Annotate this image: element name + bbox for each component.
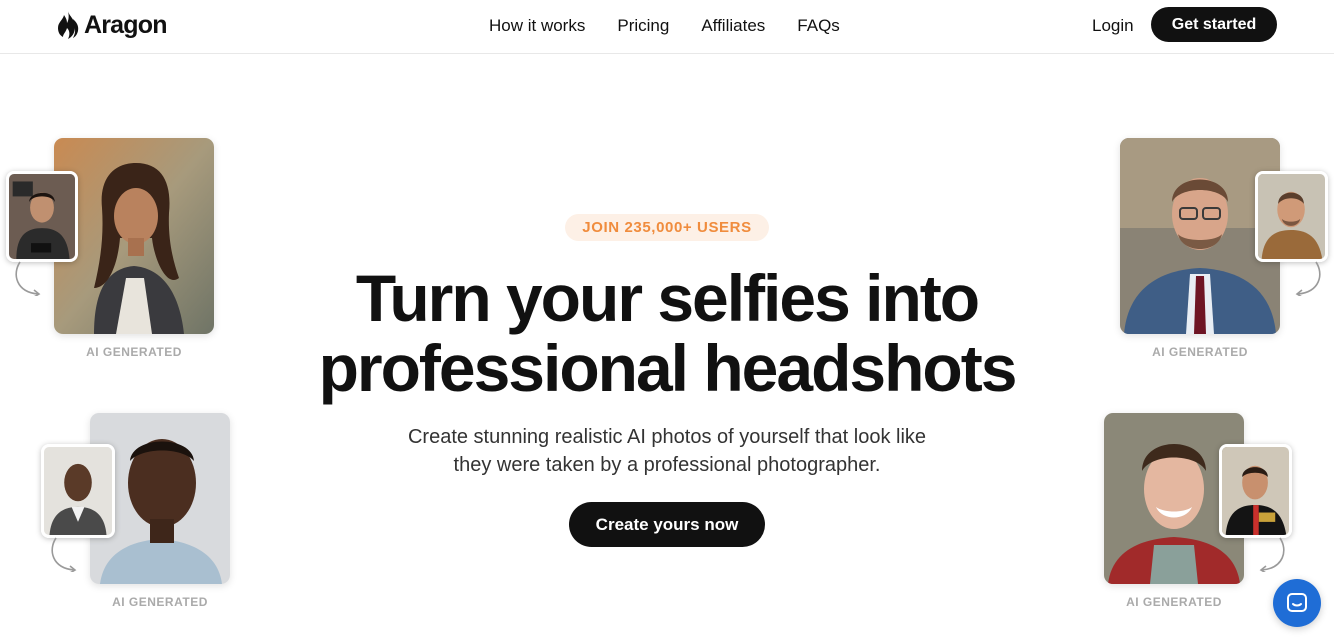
nav-affiliates[interactable]: Affiliates	[701, 16, 765, 36]
hero-subtitle: Create stunning realistic AI photos of y…	[360, 423, 974, 479]
selfie-thumbnail-man-uniform	[1219, 444, 1292, 538]
curved-arrow-icon	[15, 261, 41, 296]
ai-generated-label: AI GENERATED	[1126, 595, 1222, 609]
ai-generated-label: AI GENERATED	[112, 595, 208, 609]
hero-title-line-2: professional headshots	[318, 331, 1018, 405]
brand-logo[interactable]: Aragon	[56, 10, 168, 40]
users-count-badge: JOIN 235,000+ USERS	[565, 214, 769, 241]
nav-faqs[interactable]: FAQs	[797, 16, 840, 36]
hero-title-line-1: Turn your selfies into	[355, 261, 980, 335]
hero-subtitle-line-2: they were taken by a professional photog…	[453, 454, 881, 476]
ai-headshot-woman	[54, 138, 214, 334]
selfie-thumbnail-woman	[6, 171, 78, 262]
ai-generated-label: AI GENERATED	[86, 345, 182, 359]
curved-arrow-icon	[1295, 261, 1321, 296]
nav-pricing[interactable]: Pricing	[617, 16, 669, 36]
chat-bubble-icon	[1287, 593, 1307, 612]
brand-name: Aragon	[84, 10, 168, 39]
get-started-button[interactable]: Get started	[1151, 7, 1277, 42]
hero-subtitle-line-1: Create stunning realistic AI photos of y…	[407, 426, 927, 448]
chat-widget-button[interactable]	[1273, 579, 1321, 627]
selfie-thumbnail-man-glasses	[1255, 171, 1328, 262]
login-link[interactable]: Login	[1092, 16, 1134, 36]
curved-arrow-icon	[51, 537, 77, 572]
hero-title: Turn your selfies into professional head…	[260, 263, 1074, 403]
main-nav: How it works Pricing Affiliates FAQs	[489, 16, 872, 36]
flame-icon	[58, 11, 79, 39]
ai-generated-label: AI GENERATED	[1152, 345, 1248, 359]
nav-how-it-works[interactable]: How it works	[489, 16, 585, 36]
curved-arrow-icon	[1259, 537, 1285, 572]
selfie-thumbnail-man-left	[41, 444, 115, 538]
site-header: Aragon How it works Pricing Affiliates F…	[0, 0, 1334, 54]
create-yours-now-button[interactable]: Create yours now	[569, 502, 765, 547]
